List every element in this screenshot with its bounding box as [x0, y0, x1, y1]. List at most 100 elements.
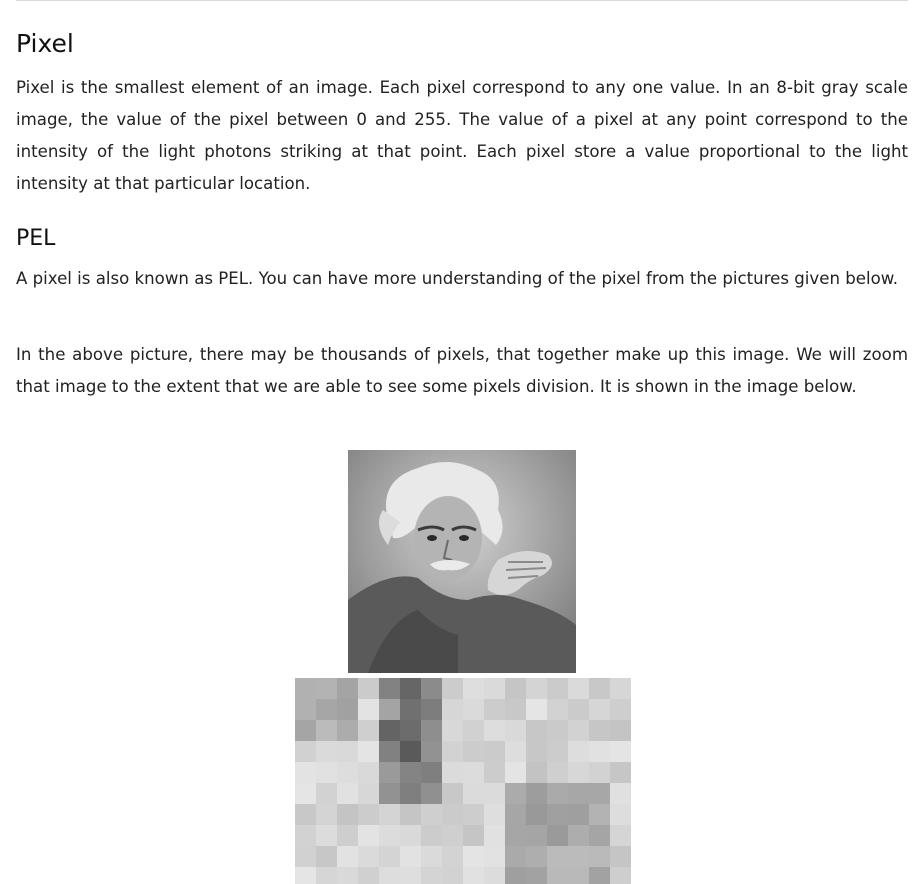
- heading-pel: PEL: [16, 226, 56, 251]
- pixel-block: [568, 783, 589, 804]
- pixel-block: [568, 678, 589, 699]
- pixel-block: [463, 804, 484, 825]
- pixel-block: [400, 825, 421, 846]
- pixel-block: [505, 867, 526, 884]
- pixel-block: [463, 741, 484, 762]
- pixel-block: [463, 720, 484, 741]
- pixel-block: [547, 741, 568, 762]
- pixel-block: [442, 867, 463, 884]
- pixel-block: [484, 762, 505, 783]
- pixel-block: [589, 804, 610, 825]
- pixel-block: [610, 720, 631, 741]
- pixel-block: [400, 867, 421, 884]
- zoomed-pixel-grid-image: [295, 678, 631, 884]
- pixel-block: [505, 804, 526, 825]
- pixel-block: [589, 741, 610, 762]
- pixel-block: [421, 678, 442, 699]
- pixel-block: [484, 783, 505, 804]
- pixel-block: [589, 867, 610, 884]
- pixel-block: [442, 804, 463, 825]
- pixel-block: [358, 720, 379, 741]
- pixel-block: [568, 867, 589, 884]
- pixel-block: [610, 825, 631, 846]
- pixel-block: [526, 825, 547, 846]
- pixel-block: [589, 720, 610, 741]
- pixel-block: [316, 783, 337, 804]
- pixel-block: [337, 699, 358, 720]
- pixel-block: [610, 804, 631, 825]
- pixel-block: [442, 846, 463, 867]
- pixel-block: [610, 741, 631, 762]
- pixel-block: [484, 678, 505, 699]
- pixel-block: [610, 762, 631, 783]
- paragraph-pel-definition: A pixel is also known as PEL. You can ha…: [16, 269, 899, 288]
- pixel-block: [547, 825, 568, 846]
- pixel-block: [379, 762, 400, 783]
- pixel-block: [421, 867, 442, 884]
- pixel-block: [379, 804, 400, 825]
- pixel-block: [547, 762, 568, 783]
- pixel-block: [421, 846, 442, 867]
- pixel-block: [337, 867, 358, 884]
- pixel-block: [295, 720, 316, 741]
- pixel-block: [400, 699, 421, 720]
- pixel-block: [316, 867, 337, 884]
- pixel-block: [589, 762, 610, 783]
- pixel-block: [463, 678, 484, 699]
- pixel-block: [505, 699, 526, 720]
- pixel-block: [547, 867, 568, 884]
- grayscale-portrait-image: [348, 450, 576, 673]
- pixel-block: [463, 867, 484, 884]
- pixel-block: [568, 804, 589, 825]
- pixel-block: [484, 804, 505, 825]
- pixel-block: [400, 678, 421, 699]
- pixel-block: [568, 846, 589, 867]
- pixel-block: [526, 804, 547, 825]
- pixel-block: [421, 804, 442, 825]
- pixel-block: [442, 741, 463, 762]
- pixel-block: [295, 846, 316, 867]
- pixel-block: [337, 804, 358, 825]
- pixel-block: [316, 846, 337, 867]
- article-page: Pixel Pixel is the smallest element of a…: [0, 0, 916, 884]
- pixel-block: [379, 825, 400, 846]
- pixel-block: [526, 846, 547, 867]
- pixel-block: [337, 783, 358, 804]
- pixel-block: [295, 825, 316, 846]
- pixel-block: [589, 846, 610, 867]
- pixel-block: [610, 699, 631, 720]
- portrait-illustration: [348, 450, 576, 673]
- pixel-block: [484, 741, 505, 762]
- pixel-block: [358, 825, 379, 846]
- pixel-block: [463, 783, 484, 804]
- pixel-block: [505, 741, 526, 762]
- pixel-block: [547, 720, 568, 741]
- pixel-block: [526, 762, 547, 783]
- pixel-block: [505, 762, 526, 783]
- pixel-block: [547, 846, 568, 867]
- pixel-block: [484, 825, 505, 846]
- pixel-block: [295, 783, 316, 804]
- pixel-block: [505, 720, 526, 741]
- pixel-block: [442, 720, 463, 741]
- pixel-block: [358, 678, 379, 699]
- pixel-block: [337, 762, 358, 783]
- pixel-block: [295, 678, 316, 699]
- paragraph-pixel-definition: Pixel is the smallest element of an imag…: [16, 78, 908, 193]
- pixel-block: [316, 720, 337, 741]
- pixel-block: [505, 678, 526, 699]
- pixel-block: [337, 741, 358, 762]
- pixel-block: [421, 825, 442, 846]
- top-divider: [16, 0, 908, 1]
- pixel-block: [379, 867, 400, 884]
- pixel-block: [421, 699, 442, 720]
- pixel-block: [610, 846, 631, 867]
- pixel-block: [421, 720, 442, 741]
- pixel-block: [295, 867, 316, 884]
- pixel-block: [316, 804, 337, 825]
- pixel-block: [568, 699, 589, 720]
- pixel-block: [358, 741, 379, 762]
- pixel-block: [526, 699, 547, 720]
- pixel-block: [463, 762, 484, 783]
- pixel-block: [463, 825, 484, 846]
